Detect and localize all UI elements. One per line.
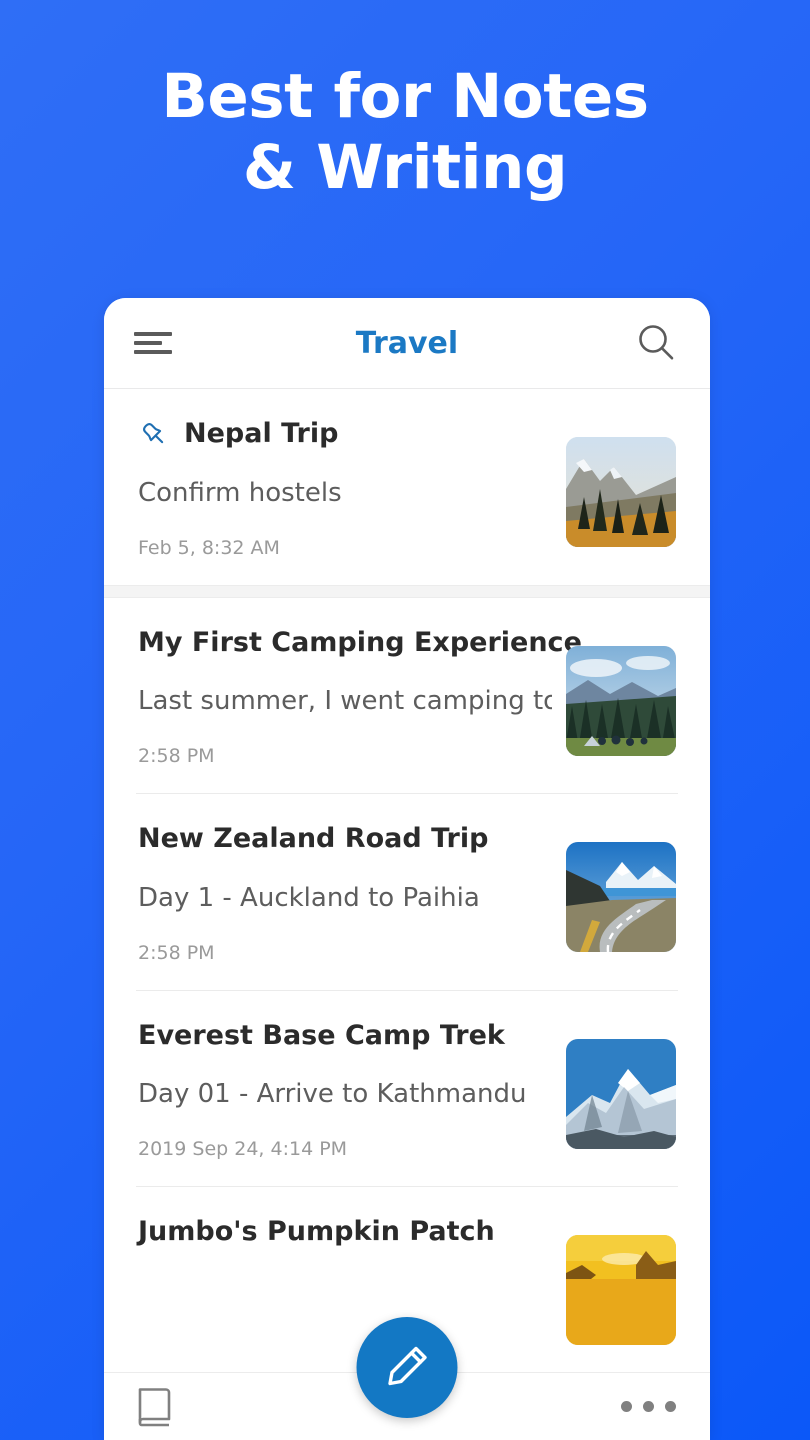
note-timestamp: Feb 5, 8:32 AM xyxy=(138,536,280,559)
note-thumbnail xyxy=(566,645,676,756)
more-dot xyxy=(665,1401,676,1412)
note-content: Nepal Trip Confirm hostels Feb 5, 8:32 A… xyxy=(138,417,566,559)
note-header: My First Camping Experience xyxy=(138,626,582,660)
compose-note-fab[interactable] xyxy=(356,1317,458,1418)
note-list-item[interactable]: Nepal Trip Confirm hostels Feb 5, 8:32 A… xyxy=(104,389,710,585)
note-content: My First Camping Experience Last summer,… xyxy=(138,626,582,768)
page-title: Travel xyxy=(355,325,459,361)
note-header: Everest Base Camp Trek xyxy=(138,1019,552,1053)
note-title: Jumbo's Pumpkin Patch xyxy=(138,1216,495,1248)
note-header: New Zealand Road Trip xyxy=(138,822,552,856)
note-thumbnail xyxy=(566,1038,676,1149)
note-title: Nepal Trip xyxy=(184,418,339,449)
note-timestamp: 2019 Sep 24, 4:14 PM xyxy=(138,1138,348,1161)
note-header: Nepal Trip xyxy=(138,417,552,451)
note-content: Jumbo's Pumpkin Patch xyxy=(138,1215,566,1301)
note-title: My First Camping Experience xyxy=(138,626,582,658)
note-thumbnail xyxy=(566,842,676,953)
app-bar: Travel xyxy=(104,298,710,389)
hamburger-line xyxy=(134,350,172,354)
pin-icon xyxy=(138,418,170,450)
phone-screen: Travel Nepal Trip Confirm hostels Feb 5,… xyxy=(104,298,710,1440)
note-preview: Day 1 - Auckland to Paihia xyxy=(138,882,480,913)
hamburger-line xyxy=(134,332,172,336)
notes-list: Nepal Trip Confirm hostels Feb 5, 8:32 A… xyxy=(104,389,710,1372)
note-thumbnail xyxy=(566,1235,676,1346)
promo-headline-line-1: Best for Notes xyxy=(161,61,649,132)
note-content: New Zealand Road Trip Day 1 - Auckland t… xyxy=(138,822,566,964)
note-timestamp: 2:58 PM xyxy=(138,745,215,768)
section-divider xyxy=(104,584,710,598)
note-thumbnail xyxy=(566,437,676,547)
hamburger-menu-icon[interactable] xyxy=(134,328,172,358)
note-list-item[interactable]: My First Camping Experience Last summer,… xyxy=(104,598,710,794)
pencil-icon xyxy=(384,1343,430,1393)
note-timestamp: 2:58 PM xyxy=(138,941,215,964)
more-dot xyxy=(621,1401,632,1412)
more-dot xyxy=(643,1401,654,1412)
note-preview: Last summer, I went camping to… xyxy=(138,686,552,717)
note-list-item[interactable]: New Zealand Road Trip Day 1 - Auckland t… xyxy=(104,794,710,990)
note-content: Everest Base Camp Trek Day 01 - Arrive t… xyxy=(138,1019,566,1161)
hamburger-line xyxy=(134,341,162,345)
promo-headline: Best for Notes & Writing xyxy=(0,61,810,204)
note-header: Jumbo's Pumpkin Patch xyxy=(138,1215,552,1249)
note-title: New Zealand Road Trip xyxy=(138,823,489,855)
book-icon[interactable] xyxy=(136,1386,174,1428)
more-dots-icon[interactable] xyxy=(619,1393,678,1420)
promo-headline-line-2: & Writing xyxy=(242,131,568,203)
note-list-item[interactable]: Everest Base Camp Trek Day 01 - Arrive t… xyxy=(104,991,710,1187)
note-preview: Day 01 - Arrive to Kathmandu xyxy=(138,1079,527,1110)
note-preview: Confirm hostels xyxy=(138,477,342,508)
note-title: Everest Base Camp Trek xyxy=(138,1019,505,1051)
search-icon[interactable] xyxy=(634,321,678,365)
